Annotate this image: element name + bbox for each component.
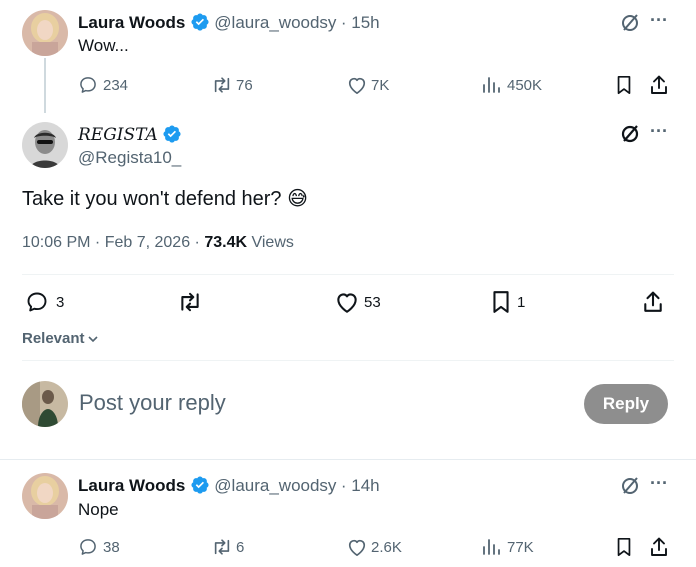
like-icon[interactable] (346, 537, 368, 557)
divider (22, 274, 674, 275)
main-tweet-header: REGISTA (78, 124, 182, 145)
reply-count: 38 (103, 539, 120, 556)
view-count: 77K (507, 539, 534, 556)
repost-count: 76 (236, 77, 253, 94)
tweet1-header: Laura Woods @laura_woodsy · 15h (78, 12, 380, 33)
reply-count: 3 (56, 294, 65, 311)
avatar-regista[interactable] (22, 122, 68, 168)
avatar-laura-woods[interactable] (22, 473, 68, 519)
more-options-icon[interactable]: ··· (650, 473, 668, 494)
tweet-text-content: Take it you won't defend her? (22, 188, 282, 210)
like-icon[interactable] (334, 290, 360, 314)
grok-icon[interactable] (620, 13, 640, 33)
reply-icon[interactable] (24, 290, 50, 314)
post-time[interactable]: · 15h (341, 13, 380, 32)
reply-count: 234 (103, 77, 129, 94)
like-icon[interactable] (346, 75, 368, 95)
reply-icon[interactable] (78, 75, 98, 95)
author-name[interactable]: Laura Woods (78, 476, 185, 495)
bookmark-icon[interactable] (615, 537, 633, 557)
divider (22, 360, 674, 361)
timestamp[interactable]: 10:06 PM · Feb 7, 2026 · (22, 234, 204, 251)
views-label: Views (247, 234, 294, 251)
views-icon[interactable] (481, 75, 501, 95)
views-icon[interactable] (481, 537, 501, 557)
verified-badge-icon (190, 12, 210, 32)
reply-input[interactable]: Post your reply (79, 390, 226, 416)
reply-sort-dropdown[interactable]: Relevant (22, 330, 99, 347)
reply-icon[interactable] (78, 537, 98, 557)
share-icon[interactable] (642, 289, 664, 315)
verified-badge-icon (190, 475, 210, 495)
repost-icon[interactable] (176, 290, 204, 314)
tweet-text: Take it you won't defend her? 😅 (22, 186, 308, 211)
repost-icon[interactable] (211, 537, 233, 557)
repost-icon[interactable] (211, 75, 233, 95)
author-handle[interactable]: @laura_woodsy (214, 13, 336, 32)
more-options-icon[interactable]: ··· (650, 121, 668, 142)
bookmark-icon[interactable] (490, 290, 512, 314)
user-avatar[interactable] (22, 381, 68, 427)
like-count: 53 (364, 294, 381, 311)
tweet-meta: 10:06 PM · Feb 7, 2026 · 73.4K Views (22, 234, 294, 252)
grok-icon[interactable] (620, 476, 640, 496)
more-options-icon[interactable]: ··· (650, 10, 668, 31)
author-handle[interactable]: @laura_woodsy (214, 476, 336, 495)
views-count: 73.4K (204, 234, 248, 251)
tweet-text: Nope (78, 500, 119, 519)
avatar-laura-woods[interactable] (22, 10, 68, 56)
chevron-down-icon (87, 333, 99, 345)
view-count: 450K (507, 77, 543, 94)
like-count: 7K (371, 77, 390, 94)
bookmark-icon[interactable] (615, 75, 633, 95)
tweet2-header: Laura Woods @laura_woodsy · 14h (78, 475, 380, 496)
bookmark-count: 1 (517, 294, 526, 311)
like-count: 2.6K (371, 539, 402, 556)
author-name[interactable]: Laura Woods (78, 13, 185, 32)
tweet-text: Wow... (78, 36, 129, 55)
sweat-smile-emoji: 😅 (287, 186, 308, 210)
share-icon[interactable] (649, 536, 669, 558)
section-divider (0, 459, 696, 460)
author-name[interactable]: REGISTA (78, 125, 158, 145)
verified-badge-icon (162, 124, 182, 144)
grok-icon[interactable] (620, 124, 640, 144)
reply-sort-label: Relevant (22, 330, 85, 347)
repost-count: 6 (236, 539, 245, 556)
author-handle[interactable]: @Regista10_ (78, 148, 181, 168)
share-icon[interactable] (649, 74, 669, 96)
thread-line (44, 58, 46, 113)
post-time[interactable]: · 14h (341, 476, 380, 495)
reply-button[interactable]: Reply (584, 384, 668, 424)
